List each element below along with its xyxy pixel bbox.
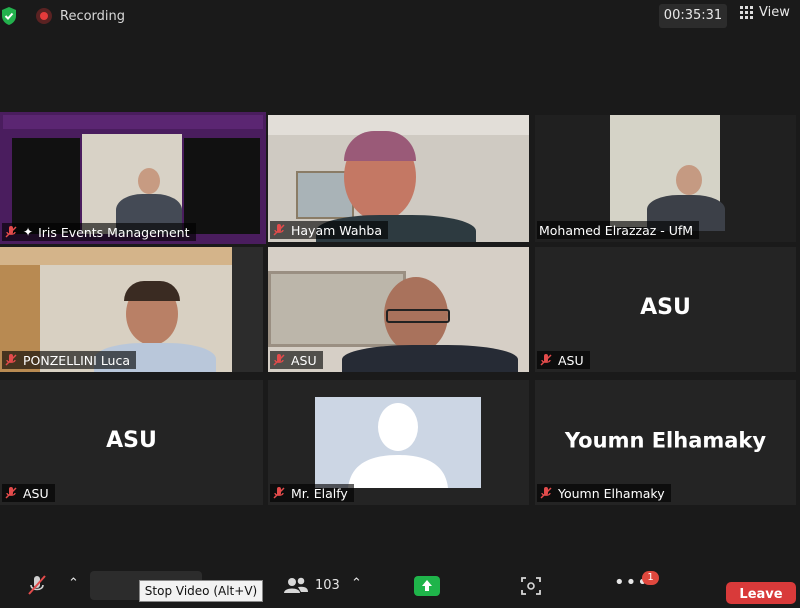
audio-options-chevron[interactable]: ⌃ — [68, 576, 79, 591]
participant-display-name: ASU — [640, 294, 691, 320]
participant-display-name: Youmn Elhamaky — [564, 428, 767, 453]
reactions-button[interactable] — [520, 576, 542, 600]
participant-name-tag: PONZELLINI Luca — [2, 351, 137, 369]
unmute-button[interactable] — [26, 574, 48, 596]
participants-icon — [284, 577, 308, 593]
view-button[interactable]: View — [740, 5, 790, 20]
participant-name: ASU — [23, 485, 49, 501]
person-silhouette-icon — [348, 403, 448, 488]
participant-name-tag: ASU — [537, 351, 590, 369]
participant-name-tag: Mohamed Elrazzaz - UfM — [537, 221, 700, 239]
participants-button[interactable]: 103 — [283, 576, 340, 594]
participant-name: Youmn Elhamaky — [558, 485, 665, 501]
mic-muted-icon — [5, 354, 17, 366]
participant-name: Hayam Wahba — [291, 222, 383, 238]
participant-name-tag: ✦ Iris Events Management — [2, 223, 196, 241]
chevron-up-icon: ⌃ — [351, 576, 362, 591]
participant-count: 103 — [315, 577, 340, 593]
participant-name: PONZELLINI Luca — [23, 352, 131, 368]
mic-muted-icon — [28, 575, 46, 595]
mic-muted-icon — [5, 226, 17, 238]
video-tile-ponzellini-luca[interactable]: PONZELLINI Luca — [0, 247, 263, 372]
video-tile-hayam-wahba[interactable]: Hayam Wahba — [268, 115, 529, 242]
notification-badge: 1 — [642, 571, 659, 585]
video-tile-mohamed-elrazzaz[interactable]: Mohamed Elrazzaz - UfM — [535, 115, 796, 242]
screen-share-icon: ✦ — [23, 225, 34, 239]
chevron-up-icon: ⌃ — [68, 576, 79, 591]
video-tile-youmn-elhamaky[interactable]: Youmn Elhamaky Youmn Elhamaky — [535, 380, 796, 505]
stop-video-tooltip: Stop Video (Alt+V) — [139, 580, 263, 602]
top-bar: Recording 00:35:31 View — [0, 0, 800, 34]
video-tile-asu-3[interactable]: ASU ASU — [0, 380, 263, 505]
participant-name-tag: Hayam Wahba — [270, 221, 389, 239]
participant-name: ASU — [291, 352, 317, 368]
video-tile-asu-2[interactable]: ASU ASU — [535, 247, 796, 372]
mic-muted-icon — [540, 487, 552, 499]
participant-name-tag: ASU — [270, 351, 323, 369]
mic-muted-icon — [273, 224, 285, 236]
leave-button[interactable]: Leave — [726, 582, 796, 604]
participants-options-chevron[interactable]: ⌃ — [351, 576, 362, 591]
participant-name: Mohamed Elrazzaz - UfM — [539, 222, 694, 238]
meeting-toolbar: ⌃ 103 ⌃ ••• — [0, 570, 800, 600]
participant-name: ASU — [558, 352, 584, 368]
recording-icon — [36, 8, 52, 24]
video-tile-asu-video[interactable]: ASU — [268, 247, 529, 372]
share-screen-button[interactable] — [414, 576, 440, 596]
mic-muted-icon — [540, 354, 552, 366]
arrow-up-icon — [422, 580, 432, 591]
participant-name-tag: Youmn Elhamaky — [537, 484, 671, 502]
mic-muted-icon — [5, 487, 17, 499]
participant-name: Iris Events Management — [38, 224, 190, 240]
mic-muted-icon — [273, 487, 285, 499]
recording-indicator[interactable]: Recording — [36, 8, 125, 24]
mic-muted-icon — [273, 354, 285, 366]
security-shield-icon[interactable] — [0, 6, 18, 26]
default-avatar — [315, 397, 481, 488]
meeting-timer: 00:35:31 — [659, 4, 727, 28]
participant-name-tag: Mr. Elalfy — [270, 484, 354, 502]
participant-display-name: ASU — [106, 427, 157, 453]
apps-icon — [521, 577, 541, 595]
grid-view-icon — [740, 6, 753, 19]
participant-name-tag: ASU — [2, 484, 55, 502]
participant-name: Mr. Elalfy — [291, 485, 348, 501]
video-tile-iris-events[interactable]: ✦ Iris Events Management — [0, 112, 266, 244]
view-label: View — [759, 5, 790, 20]
recording-label: Recording — [60, 8, 126, 24]
video-tile-mr-elalfy[interactable]: Mr. Elalfy — [268, 380, 529, 505]
